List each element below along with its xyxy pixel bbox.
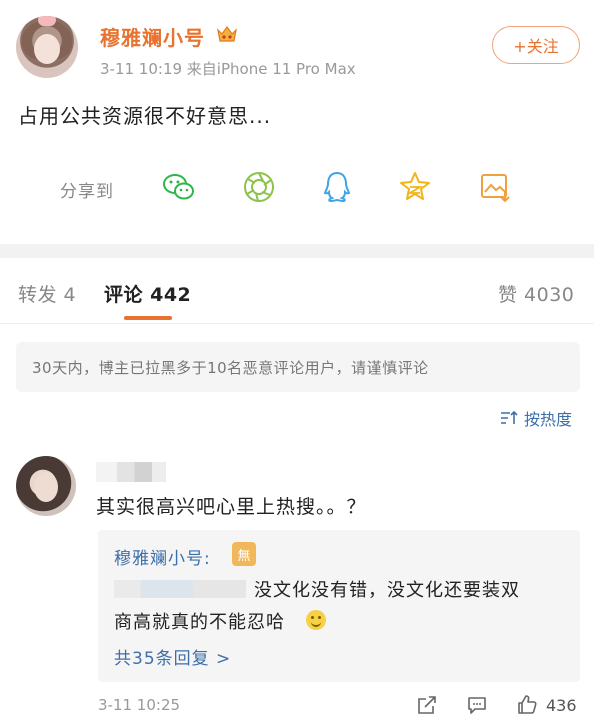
- wechat-icon[interactable]: [160, 168, 198, 206]
- commenter-avatar-face: [34, 472, 58, 502]
- more-replies-link[interactable]: 共35条回复 >: [114, 644, 231, 669]
- reply-box[interactable]: 穆雅斓小号: 無 没文化没有错，没文化还要装双 商高就真的不能忍哈 共35条回复…: [98, 530, 580, 682]
- post-meta: 3-11 10:19 来自iPhone 11 Pro Max: [100, 60, 356, 78]
- wu-emoji-icon: 無: [232, 542, 256, 566]
- commenter-name-blurred: [96, 462, 166, 482]
- smile-emoji-icon: [306, 610, 326, 630]
- sort-label: 按热度: [524, 410, 573, 429]
- post-header: 穆雅斓小号 3-11 10:19 来自iPhone 11 Pro Max +关注: [0, 0, 594, 96]
- section-divider: [0, 244, 594, 258]
- reply-author[interactable]: 穆雅斓小号:: [114, 544, 211, 569]
- post-text: 占用公共资源很不好意思...: [18, 104, 272, 128]
- reply-text-line2: 商高就真的不能忍哈: [114, 612, 285, 633]
- follow-button[interactable]: +关注: [492, 26, 580, 64]
- active-tab-indicator: [124, 316, 172, 320]
- save-image-icon[interactable]: [476, 168, 514, 206]
- reply-comment-icon[interactable]: [466, 694, 488, 716]
- tab-repost[interactable]: 转发 4: [18, 280, 76, 307]
- commenter-avatar[interactable]: [16, 456, 76, 516]
- moments-icon[interactable]: [240, 168, 278, 206]
- avatar-face: [34, 34, 60, 64]
- username[interactable]: 穆雅斓小号: [100, 22, 205, 51]
- share-comment-icon[interactable]: [416, 694, 438, 716]
- share-row: 分享到: [0, 160, 594, 216]
- tab-like[interactable]: 赞 4030: [498, 280, 574, 307]
- sort-icon: [501, 410, 518, 424]
- avatar-badge-icon: [38, 16, 56, 26]
- comment-like-count: 436: [546, 696, 577, 715]
- comment-time: 3-11 10:25: [98, 696, 181, 714]
- tab-comment[interactable]: 评论 442: [104, 280, 191, 307]
- vip-crown-icon: [217, 25, 237, 42]
- qq-icon[interactable]: [318, 168, 356, 206]
- share-label: 分享到: [60, 182, 114, 202]
- qzone-icon[interactable]: [396, 168, 434, 206]
- avatar[interactable]: [16, 16, 78, 78]
- reply-mention-blurred: [114, 580, 246, 598]
- comment-notice: 30天内，博主已拉黑多于10名恶意评论用户，请谨慎评论: [16, 342, 580, 392]
- reply-text-line1: 没文化没有错，没文化还要装双: [254, 580, 520, 601]
- like-thumb-icon[interactable]: [516, 694, 538, 716]
- sort-button[interactable]: 按热度: [500, 406, 572, 430]
- tab-bar: 转发 4 评论 442 赞 4030: [0, 258, 594, 324]
- comment-text: 其实很高兴吧心里上热搜。。？: [96, 496, 367, 518]
